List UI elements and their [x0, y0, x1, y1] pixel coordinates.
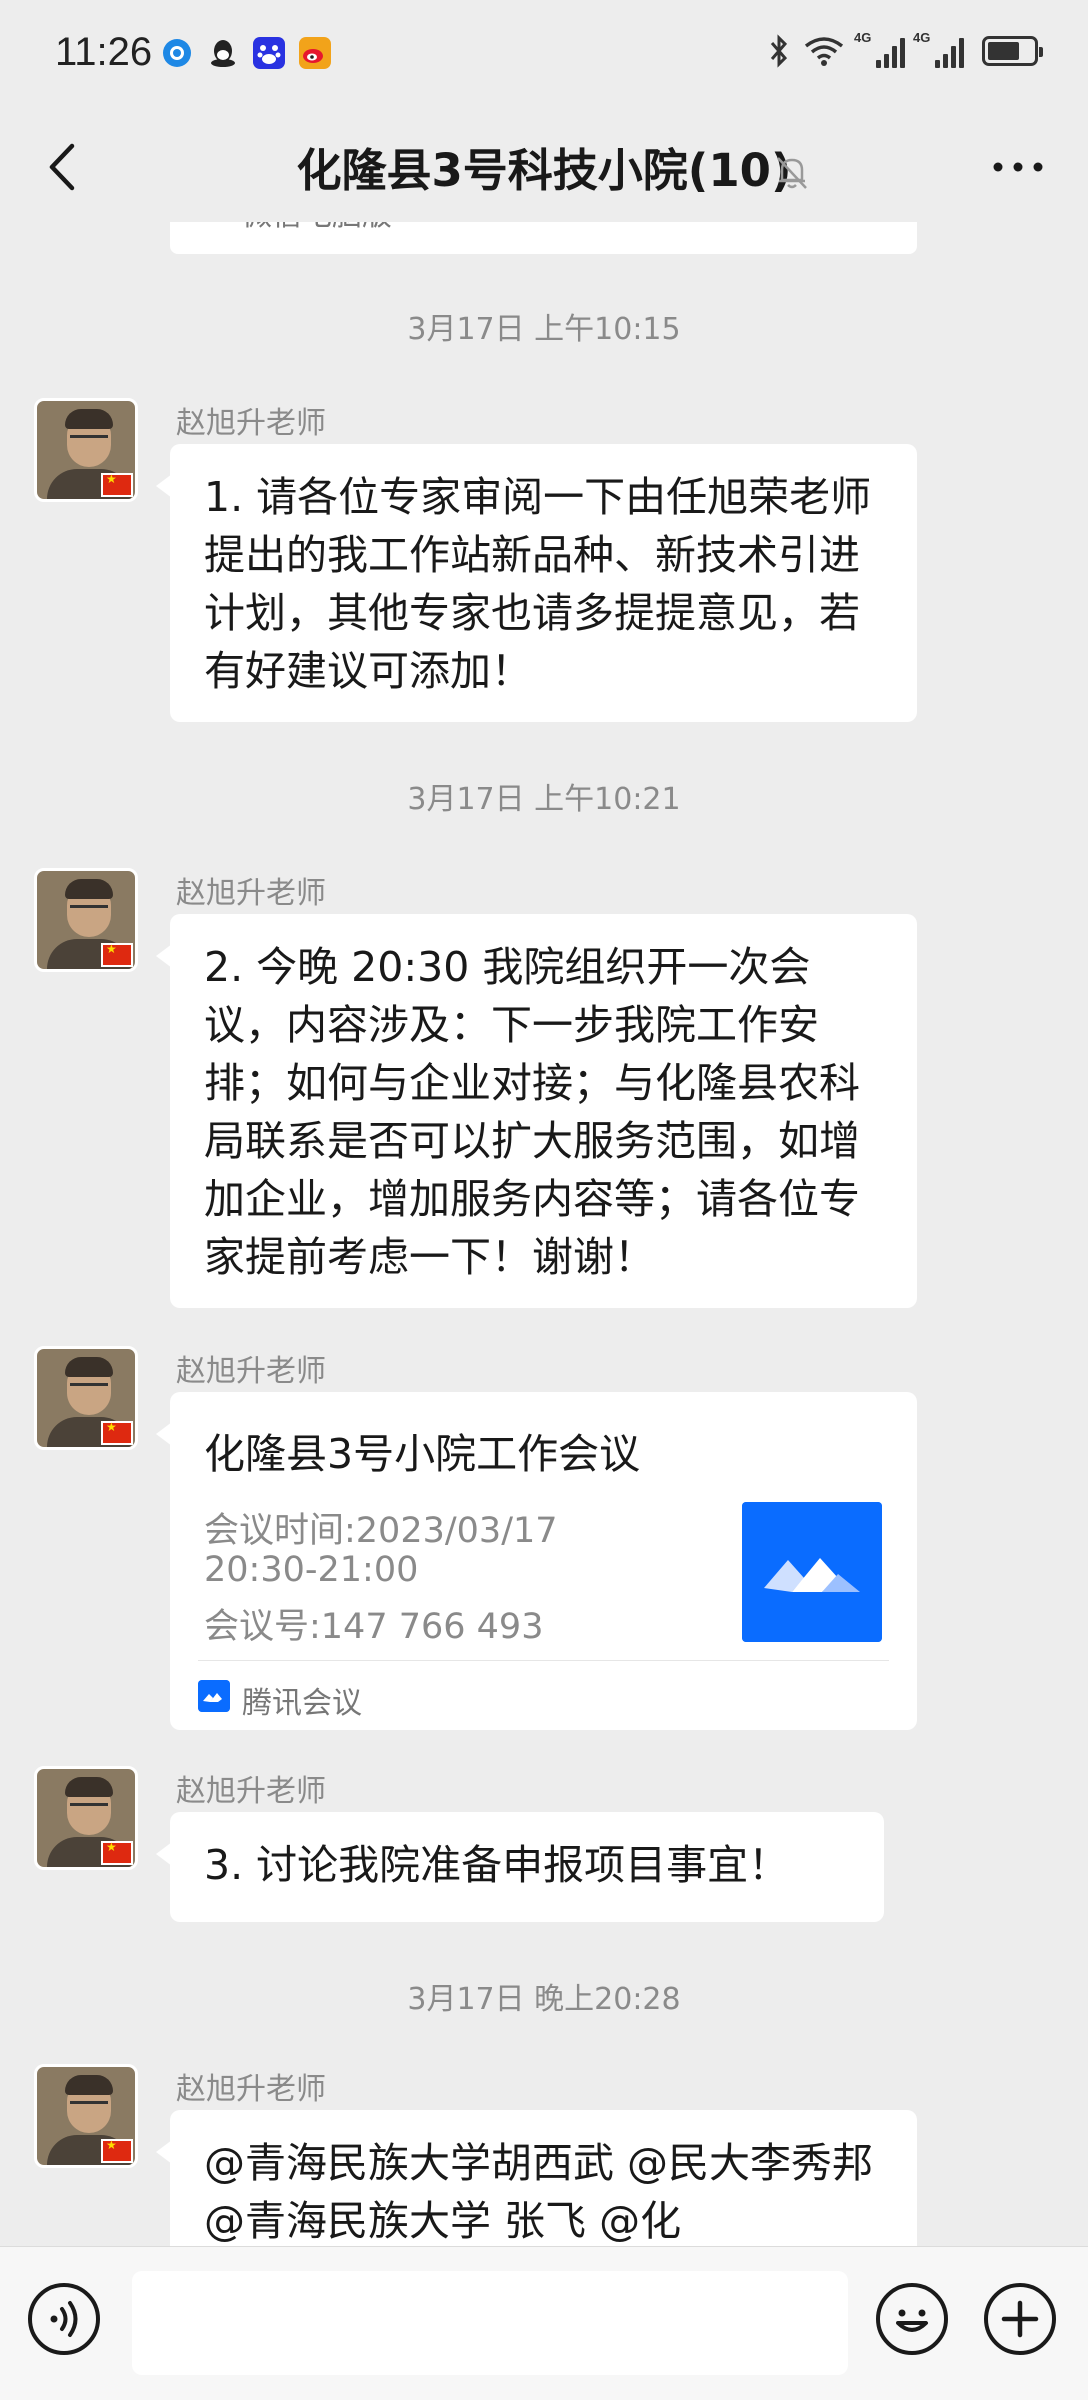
meeting-id: 会议号:147 766 493 — [204, 1607, 544, 1647]
meeting-time: 会议时间:2023/03/17 — [204, 1511, 558, 1551]
baidu-icon — [253, 37, 285, 69]
signal-1-label: 4G — [854, 30, 872, 45]
china-flag-icon — [101, 942, 133, 967]
meeting-title: 化隆县3号小院工作会议 — [204, 1430, 641, 1478]
avatar[interactable] — [34, 1346, 138, 1450]
sender-name: 赵旭升老师 — [176, 1774, 326, 1809]
previous-card-source: 微信电脑版 — [242, 222, 392, 234]
message-bubble[interactable]: 3. 讨论我院准备申报项目事宜！ — [156, 1812, 884, 1922]
message-bubble[interactable]: 2. 今晚 20:30 我院组织开一次会议，内容涉及：下一步我院工作安排；如何与… — [156, 914, 917, 1308]
tencent-meeting-icon — [198, 1680, 230, 1712]
china-flag-icon — [101, 1420, 133, 1445]
message-bubble[interactable]: @青海民族大学胡西武 @民大李秀邦 @青海民族大学 张飞 @化 — [156, 2110, 917, 2246]
mute-bell-icon — [777, 157, 807, 189]
previous-message-card[interactable]: 微信电脑版 — [170, 222, 917, 254]
voice-button[interactable] — [28, 2283, 100, 2355]
signal-1-icon: 4G — [854, 30, 905, 68]
weibo-icon — [299, 37, 331, 69]
sender-name: 赵旭升老师 — [176, 2072, 326, 2107]
chat-messages: 微信电脑版 3月17日 上午10:15 赵旭升老师 1. 请各位专家审阅一下由任… — [0, 222, 1088, 2246]
tencent-meeting-logo-icon — [742, 1502, 882, 1642]
avatar[interactable] — [34, 2064, 138, 2168]
status-time: 11:26 — [55, 30, 153, 74]
wifi-icon — [804, 37, 844, 66]
china-flag-icon — [101, 1840, 133, 1865]
china-flag-icon — [101, 2138, 133, 2163]
status-bar: 11:26 4G 4G — [0, 0, 1088, 112]
avatar[interactable] — [34, 868, 138, 972]
china-flag-icon — [101, 472, 133, 497]
input-bar — [0, 2246, 1088, 2400]
browser-app-icon — [163, 39, 191, 67]
timestamp: 3月17日 上午10:21 — [407, 782, 681, 817]
qq-icon — [211, 40, 235, 67]
signal-2-label: 4G — [913, 30, 931, 45]
card-divider — [198, 1660, 889, 1661]
battery-icon — [982, 36, 1043, 66]
meeting-time-range: 20:30-21:00 — [204, 1550, 419, 1590]
avatar[interactable] — [34, 1766, 138, 1870]
more-options-button[interactable] — [988, 152, 1048, 182]
notification-icons — [160, 36, 332, 70]
sender-name: 赵旭升老师 — [176, 876, 326, 911]
timestamp: 3月17日 上午10:15 — [407, 312, 681, 347]
avatar[interactable] — [34, 398, 138, 502]
sender-name: 赵旭升老师 — [176, 1354, 326, 1389]
sender-name: 赵旭升老师 — [176, 406, 326, 441]
message-input[interactable] — [132, 2271, 848, 2375]
emoji-button[interactable] — [876, 2283, 948, 2355]
message-bubble[interactable]: 1. 请各位专家审阅一下由任旭荣老师提出的我工作站新品种、新技术引进计划，其他专… — [156, 444, 917, 722]
status-right-icons: 4G 4G — [768, 30, 1043, 68]
battery-level — [988, 42, 1019, 60]
add-more-button[interactable] — [984, 2283, 1056, 2355]
timestamp: 3月17日 晚上20:28 — [407, 1982, 681, 2017]
chat-header: 化隆县3号科技小院(10) — [0, 112, 1088, 222]
card-source: 腾讯会议 — [242, 1686, 362, 1721]
chat-title: 化隆县3号科技小院(10) — [296, 144, 792, 197]
signal-2-icon: 4G — [913, 30, 964, 68]
meeting-invite-card[interactable]: 化隆县3号小院工作会议 会议时间:2023/03/17 20:30-21:00 … — [156, 1392, 917, 1730]
bluetooth-icon — [770, 34, 788, 68]
